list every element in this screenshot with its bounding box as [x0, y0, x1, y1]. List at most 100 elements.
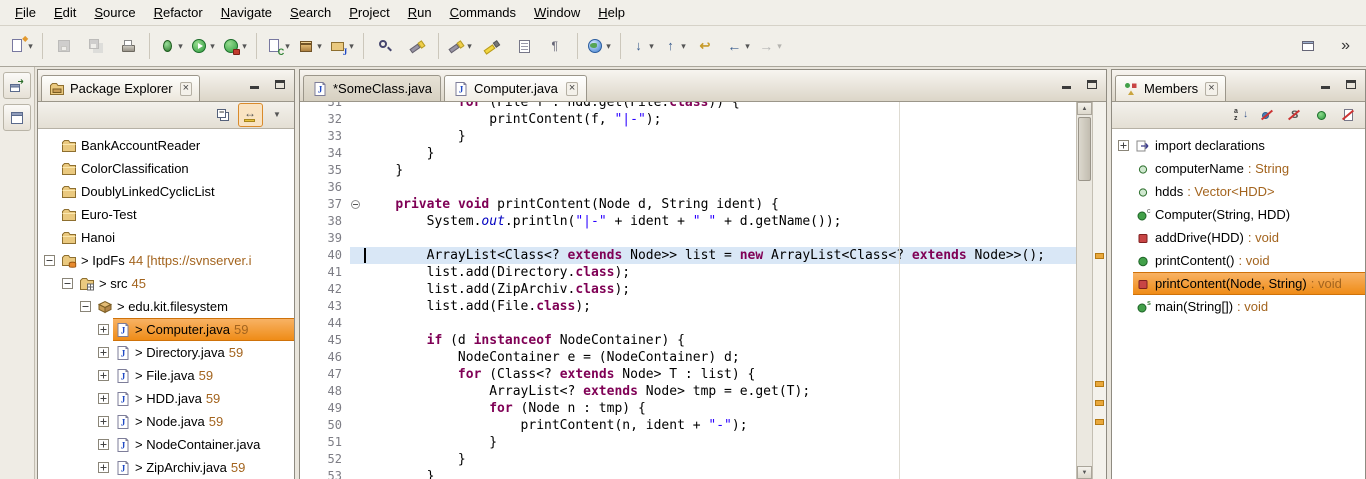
- code-line-51[interactable]: 51 }: [300, 434, 1076, 451]
- code-line-32[interactable]: 32 printContent(f, "|-");: [300, 111, 1076, 128]
- code-line-41[interactable]: 41 list.add(Directory.class);: [300, 264, 1076, 281]
- member-computer-string-hdd[interactable]: cComputer(String, HDD): [1112, 203, 1365, 226]
- view-menu-button[interactable]: [265, 103, 290, 127]
- scroll-down-button[interactable]: [1077, 466, 1092, 479]
- restore-views-button[interactable]: [3, 72, 31, 99]
- code-line-36[interactable]: 36: [300, 179, 1076, 196]
- new-java-package-button[interactable]: [294, 31, 326, 61]
- pin-editor-button[interactable]: [1292, 31, 1324, 61]
- overview-mark[interactable]: [1095, 419, 1104, 425]
- open-type-button[interactable]: [369, 31, 401, 61]
- show-annotations-button[interactable]: [508, 31, 540, 61]
- tree-item-edu-kit-filesystem[interactable]: > edu.kit.filesystem: [38, 295, 294, 318]
- last-edit-location-button[interactable]: [690, 31, 722, 61]
- editor-overview-ruler[interactable]: [1092, 102, 1106, 479]
- tree-expander-plus-icon[interactable]: [98, 324, 113, 335]
- print-button[interactable]: [112, 31, 144, 61]
- maximize-editor-button[interactable]: [1081, 75, 1102, 94]
- run-button[interactable]: [187, 31, 219, 61]
- editor-scroll-thumb[interactable]: [1078, 117, 1091, 181]
- code-line-33[interactable]: 33 }: [300, 128, 1076, 145]
- code-line-35[interactable]: 35 }: [300, 162, 1076, 179]
- code-line-37[interactable]: 37 private void printContent(Node d, Str…: [300, 196, 1076, 213]
- tree-expander-plus-icon[interactable]: [98, 370, 113, 381]
- open-search-dialog-button[interactable]: [444, 31, 476, 61]
- overview-mark[interactable]: [1095, 381, 1104, 387]
- member-hdds[interactable]: hdds: Vector<HDD>: [1112, 180, 1365, 203]
- mark-occurrences-button[interactable]: [476, 31, 508, 61]
- members-view-tab[interactable]: Members ×: [1115, 75, 1226, 101]
- tree-item-nodecontainer-java[interactable]: J> NodeContainer.java: [38, 433, 294, 456]
- tree-expander-minus-icon[interactable]: [44, 255, 59, 266]
- tree-item-ziparchiv-java[interactable]: J> ZipArchiv.java59: [38, 456, 294, 479]
- tree-item-bankaccountreader[interactable]: BankAccountReader: [38, 134, 294, 157]
- member-import-declarations[interactable]: import declarations: [1112, 134, 1365, 157]
- package-explorer-view-tab[interactable]: Package Explorer ×: [41, 75, 200, 101]
- menu-refactor[interactable]: Refactor: [145, 0, 212, 25]
- menu-commands[interactable]: Commands: [441, 0, 525, 25]
- code-line-42[interactable]: 42 list.add(ZipArchiv.class);: [300, 281, 1076, 298]
- toolbar-overflow-button[interactable]: »: [1338, 37, 1353, 55]
- code-line-46[interactable]: 46 NodeContainer e = (NodeContainer) d;: [300, 349, 1076, 366]
- menu-edit[interactable]: Edit: [45, 0, 85, 25]
- tree-expander-plus-icon[interactable]: [98, 393, 113, 404]
- web-browser-button[interactable]: [583, 31, 615, 61]
- fold-minus-icon[interactable]: [351, 200, 360, 209]
- menu-search[interactable]: Search: [281, 0, 340, 25]
- minimize-view-button[interactable]: [1315, 75, 1336, 94]
- tree-item-hdd-java[interactable]: J> HDD.java59: [38, 387, 294, 410]
- member-adddrive-hdd[interactable]: addDrive(HDD): void: [1112, 226, 1365, 249]
- tree-item-computer-java[interactable]: J> Computer.java59: [38, 318, 294, 341]
- editor-tab-computer-java[interactable]: JComputer.java×: [444, 75, 587, 101]
- code-line-40[interactable]: 40 ArrayList<Class<? extends Node>> list…: [300, 247, 1076, 264]
- code-line-50[interactable]: 50 printContent(n, ident + "-");: [300, 417, 1076, 434]
- hide-fields-button[interactable]: [1255, 103, 1280, 127]
- back-button[interactable]: [722, 31, 754, 61]
- tree-item-doublylinkedcycliclist[interactable]: DoublyLinkedCyclicList: [38, 180, 294, 203]
- tree-expander-minus-icon[interactable]: [80, 301, 95, 312]
- menu-help[interactable]: Help: [589, 0, 634, 25]
- code-line-47[interactable]: 47 for (Class<? extends Node> T : list) …: [300, 366, 1076, 383]
- tree-item-node-java[interactable]: J> Node.java59: [38, 410, 294, 433]
- next-annotation-button[interactable]: [626, 31, 658, 61]
- hide-local-types-button[interactable]: [1336, 103, 1361, 127]
- code-line-43[interactable]: 43 list.add(File.class);: [300, 298, 1076, 315]
- collapse-all-button[interactable]: [211, 103, 236, 127]
- overview-mark[interactable]: [1095, 253, 1104, 259]
- code-line-45[interactable]: 45 if (d instanceof NodeContainer) {: [300, 332, 1076, 349]
- member-expander-plus-icon[interactable]: [1118, 140, 1133, 151]
- tree-item-directory-java[interactable]: J> Directory.java59: [38, 341, 294, 364]
- code-line-31[interactable]: 31 for (File f : hdd.get(File.class)) {: [300, 102, 1076, 111]
- code-line-34[interactable]: 34 }: [300, 145, 1076, 162]
- show-whitespace-button[interactable]: [540, 31, 572, 61]
- maximize-view-button[interactable]: [269, 75, 290, 94]
- menu-file[interactable]: File: [6, 0, 45, 25]
- hide-non-public-button[interactable]: [1309, 103, 1334, 127]
- link-with-editor-button[interactable]: [238, 103, 263, 127]
- new-java-project-button[interactable]: [326, 31, 358, 61]
- member-printcontent-node-string[interactable]: printContent(Node, String): void: [1112, 272, 1365, 295]
- tree-expander-plus-icon[interactable]: [98, 462, 113, 473]
- sort-button[interactable]: [1228, 103, 1253, 127]
- member-printcontent[interactable]: printContent(): void: [1112, 249, 1365, 272]
- tree-item-ipdfs[interactable]: > IpdFs44 [https://svnserver.i: [38, 249, 294, 272]
- member-computername[interactable]: computerName: String: [1112, 157, 1365, 180]
- menu-window[interactable]: Window: [525, 0, 589, 25]
- code-line-48[interactable]: 48 ArrayList<? extends Node> tmp = e.get…: [300, 383, 1076, 400]
- code-line-49[interactable]: 49 for (Node n : tmp) {: [300, 400, 1076, 417]
- tree-expander-plus-icon[interactable]: [98, 439, 113, 450]
- tree-expander-plus-icon[interactable]: [98, 416, 113, 427]
- menu-source[interactable]: Source: [85, 0, 144, 25]
- menu-navigate[interactable]: Navigate: [212, 0, 281, 25]
- minimize-view-button[interactable]: [244, 75, 265, 94]
- close-view-icon[interactable]: ×: [180, 82, 192, 96]
- overview-mark[interactable]: [1095, 400, 1104, 406]
- member-main-string[interactable]: smain(String[]): void: [1112, 295, 1365, 318]
- tree-item-src[interactable]: > src45: [38, 272, 294, 295]
- tree-item-colorclassification[interactable]: ColorClassification: [38, 157, 294, 180]
- new-wizard-button[interactable]: [5, 31, 37, 61]
- tree-item-euro-test[interactable]: Euro-Test: [38, 203, 294, 226]
- new-java-class-button[interactable]: [262, 31, 294, 61]
- debug-button[interactable]: [155, 31, 187, 61]
- external-tools-button[interactable]: [219, 31, 251, 61]
